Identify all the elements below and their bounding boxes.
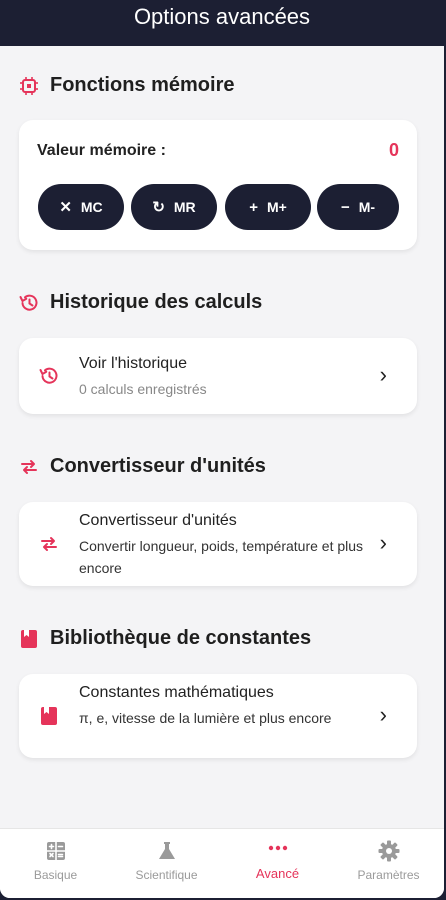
plus-icon: +	[249, 198, 258, 216]
calculator-icon	[44, 839, 68, 863]
book-icon	[18, 628, 40, 650]
swap-icon	[18, 456, 40, 478]
flask-icon	[155, 839, 179, 863]
m-plus-label: M+	[266, 199, 287, 215]
nav-item-basique[interactable]: Basique	[0, 829, 111, 898]
nav-item-parametres[interactable]: Paramètres	[333, 829, 444, 898]
book-row-icon	[37, 704, 61, 728]
top-bar: Options avancées	[0, 0, 444, 46]
converter-card[interactable]: Convertisseur d'unités Convertir longueu…	[19, 502, 417, 586]
chevron-right-icon: ›	[379, 362, 387, 387]
bottom-navigation: Basique Scientifique Avancé Paramètres	[0, 828, 444, 898]
m-minus-label: M-	[358, 199, 376, 215]
memory-section-title: Fonctions mémoire	[18, 74, 234, 97]
mc-button[interactable]: ✕ MC	[38, 184, 124, 230]
memory-section-label: Fonctions mémoire	[50, 74, 235, 96]
converter-section-label: Convertisseur d'unités	[50, 455, 266, 477]
nav-item-avance[interactable]: Avancé	[222, 829, 333, 898]
nav-label-scientifique: Scientifique	[135, 868, 198, 882]
converter-row-icon	[37, 532, 61, 556]
app-screen: Options avancées Fonctions mémoire Valeu…	[0, 0, 444, 898]
chevron-right-icon: ›	[379, 530, 387, 555]
history-card[interactable]: Voir l'historique 0 calculs enregistrés …	[19, 338, 417, 414]
close-icon: ✕	[59, 199, 72, 216]
nav-label-basique: Basique	[33, 868, 78, 882]
constants-item-title: Constantes mathématiques	[79, 684, 274, 701]
history-row-icon	[37, 364, 61, 388]
history-item-title: Voir l'historique	[79, 355, 187, 372]
nav-label-avance: Avancé	[255, 866, 300, 881]
minus-icon: −	[340, 198, 350, 216]
nav-label-parametres: Paramètres	[357, 868, 420, 882]
nav-item-scientifique[interactable]: Scientifique	[111, 829, 222, 898]
mc-label: MC	[80, 199, 103, 215]
constants-section-label: Bibliothèque de constantes	[50, 627, 312, 649]
converter-item-title: Convertisseur d'unités	[79, 512, 237, 529]
chevron-right-icon: ›	[379, 702, 387, 727]
mr-label: MR	[173, 199, 196, 215]
memory-chip-icon	[18, 75, 40, 97]
mr-button[interactable]: ↻ MR	[131, 184, 217, 230]
history-section-title: Historique des calculs	[18, 291, 262, 314]
gear-icon	[377, 839, 401, 863]
m-minus-button[interactable]: − M-	[317, 184, 399, 230]
constants-item-subtitle: π, e, vitesse de la lumière et plus enco…	[79, 710, 332, 726]
constants-section-title: Bibliothèque de constantes	[18, 627, 311, 650]
memory-value: 0	[388, 140, 399, 160]
m-plus-button[interactable]: + M+	[225, 184, 311, 230]
history-item-subtitle: 0 calculs enregistrés	[79, 381, 207, 397]
refresh-icon: ↻	[152, 199, 165, 216]
converter-item-subtitle: Convertir longueur, poids, température e…	[79, 538, 364, 576]
page-title: Options avancées	[133, 4, 311, 29]
history-icon	[18, 292, 40, 314]
constants-card[interactable]: Constantes mathématiques π, e, vitesse d…	[19, 674, 417, 758]
memory-card: Valeur mémoire : 0 ✕ MC ↻ MR + M+ − M-	[19, 120, 417, 250]
more-dots-icon	[266, 839, 290, 863]
converter-section-title: Convertisseur d'unités	[18, 455, 266, 478]
history-section-label: Historique des calculs	[50, 291, 263, 313]
memory-value-label: Valeur mémoire :	[37, 142, 166, 159]
